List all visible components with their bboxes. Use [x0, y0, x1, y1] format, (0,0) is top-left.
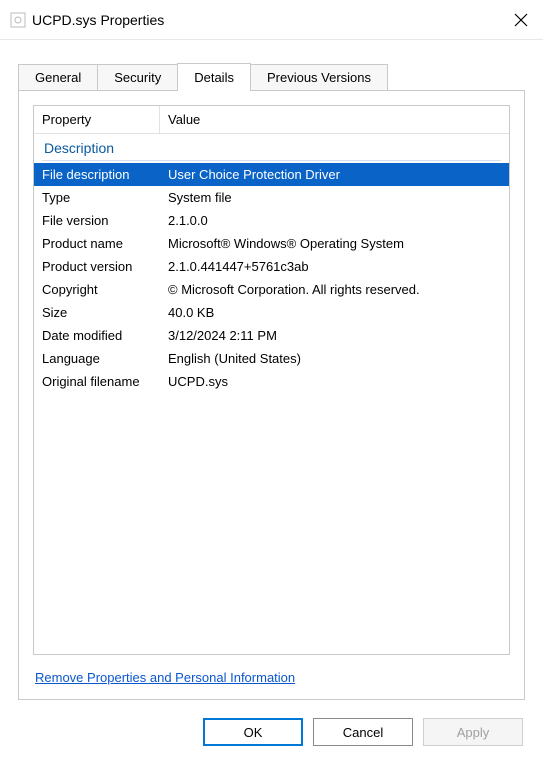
window-title: UCPD.sys Properties [32, 12, 164, 28]
list-item[interactable]: Type System file [34, 186, 509, 209]
group-separator [42, 160, 501, 161]
property-value: English (United States) [168, 351, 501, 366]
property-name: Date modified [42, 328, 168, 343]
dialog-buttons: OK Cancel Apply [0, 700, 543, 766]
property-value: UCPD.sys [168, 374, 501, 389]
list-item[interactable]: Copyright © Microsoft Corporation. All r… [34, 278, 509, 301]
button-label: OK [244, 725, 263, 740]
property-value: 40.0 KB [168, 305, 501, 320]
list-item[interactable]: File version 2.1.0.0 [34, 209, 509, 232]
property-value: © Microsoft Corporation. All rights rese… [168, 282, 501, 297]
close-button[interactable] [513, 12, 529, 28]
group-description: Description [34, 134, 509, 160]
tab-label: Details [194, 70, 234, 85]
list-item[interactable]: Product name Microsoft® Windows® Operati… [34, 232, 509, 255]
column-headers: Property Value [34, 106, 509, 134]
list-item[interactable]: Size 40.0 KB [34, 301, 509, 324]
property-list[interactable]: Property Value Description File descript… [33, 105, 510, 655]
tab-content: Property Value Description File descript… [18, 90, 525, 700]
property-name: Type [42, 190, 168, 205]
property-value: User Choice Protection Driver [168, 167, 501, 182]
remove-properties-link[interactable]: Remove Properties and Personal Informati… [35, 670, 295, 685]
cancel-button[interactable]: Cancel [313, 718, 413, 746]
property-name: Copyright [42, 282, 168, 297]
list-item[interactable]: Original filename UCPD.sys [34, 370, 509, 393]
property-value: Microsoft® Windows® Operating System [168, 236, 501, 251]
tab-label: Previous Versions [267, 70, 371, 85]
button-label: Cancel [343, 725, 383, 740]
button-label: Apply [457, 725, 490, 740]
property-value: 2.1.0.0 [168, 213, 501, 228]
titlebar-left: UCPD.sys Properties [10, 12, 164, 28]
property-name: Language [42, 351, 168, 366]
property-name: Size [42, 305, 168, 320]
property-name: Product version [42, 259, 168, 274]
property-value: System file [168, 190, 501, 205]
titlebar: UCPD.sys Properties [0, 0, 543, 40]
tab-label: General [35, 70, 81, 85]
property-name: File description [42, 167, 168, 182]
column-property[interactable]: Property [34, 106, 160, 133]
system-icon [10, 12, 26, 28]
column-value[interactable]: Value [160, 106, 509, 133]
tab-general[interactable]: General [18, 64, 98, 92]
list-item[interactable]: Date modified 3/12/2024 2:11 PM [34, 324, 509, 347]
link-row: Remove Properties and Personal Informati… [35, 669, 508, 687]
property-name: Product name [42, 236, 168, 251]
list-item[interactable]: File description User Choice Protection … [34, 163, 509, 186]
tab-security[interactable]: Security [97, 64, 178, 92]
apply-button: Apply [423, 718, 523, 746]
tab-strip: General Security Details Previous Versio… [18, 62, 543, 90]
property-value: 2.1.0.441447+5761c3ab [168, 259, 501, 274]
list-item[interactable]: Language English (United States) [34, 347, 509, 370]
property-value: 3/12/2024 2:11 PM [168, 328, 501, 343]
tab-details[interactable]: Details [177, 63, 251, 91]
tab-label: Security [114, 70, 161, 85]
list-item[interactable]: Product version 2.1.0.441447+5761c3ab [34, 255, 509, 278]
property-name: File version [42, 213, 168, 228]
property-name: Original filename [42, 374, 168, 389]
ok-button[interactable]: OK [203, 718, 303, 746]
tab-previous-versions[interactable]: Previous Versions [250, 64, 388, 92]
